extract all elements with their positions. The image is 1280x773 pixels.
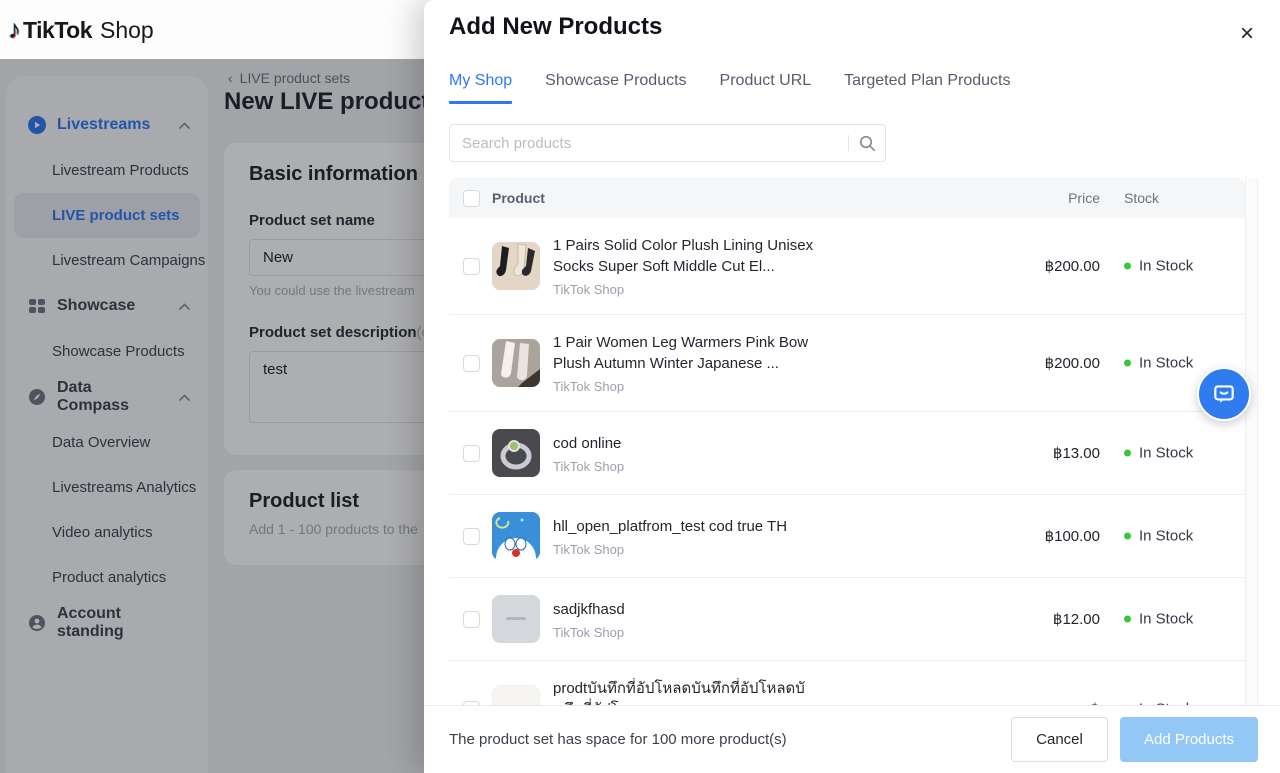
tab-product-url[interactable]: Product URL bbox=[720, 72, 812, 104]
product-price: ฿100.00 bbox=[1045, 527, 1100, 545]
column-product: Product bbox=[492, 190, 545, 206]
in-stock-dot-icon bbox=[1124, 263, 1131, 270]
search-box bbox=[449, 124, 886, 162]
product-info: sadjkfhasd TikTok Shop bbox=[553, 599, 625, 640]
product-stock: In Stock bbox=[1124, 445, 1193, 462]
table-row[interactable]: sadjkfhasd TikTok Shop ฿12.00 In Stock bbox=[449, 578, 1245, 661]
product-info: 1 Pairs Solid Color Plush Lining Unisex … bbox=[553, 235, 815, 297]
product-image-leg-warmers bbox=[492, 339, 540, 387]
table-row[interactable]: cod online TikTok Shop ฿13.00 In Stock bbox=[449, 412, 1245, 495]
product-info: prodtบันทึกที่อัปโหลดบันทึกที่อัปโหลดบัน… bbox=[553, 678, 815, 705]
product-name: sadjkfhasd bbox=[553, 599, 625, 620]
product-shop: TikTok Shop bbox=[553, 282, 815, 297]
product-shop: TikTok Shop bbox=[553, 379, 815, 394]
search-input[interactable] bbox=[450, 135, 848, 152]
product-price: ฿200.00 bbox=[1045, 257, 1100, 275]
table-header: Product Price Stock bbox=[449, 178, 1245, 218]
in-stock-dot-icon bbox=[1124, 450, 1131, 457]
in-stock-dot-icon bbox=[1124, 616, 1131, 623]
product-stock: In Stock bbox=[1124, 258, 1193, 275]
tab-showcase-products[interactable]: Showcase Products bbox=[545, 72, 686, 104]
product-shop: TikTok Shop bbox=[553, 542, 787, 557]
tab-targeted-plan-products[interactable]: Targeted Plan Products bbox=[844, 72, 1010, 104]
drawer-tabs: My Shop Showcase Products Product URL Ta… bbox=[449, 72, 1010, 104]
tab-my-shop[interactable]: My Shop bbox=[449, 72, 512, 104]
add-new-products-drawer: Add New Products × My Shop Showcase Prod… bbox=[424, 0, 1280, 773]
drawer-footer: The product set has space for 100 more p… bbox=[424, 705, 1280, 773]
row-checkbox[interactable] bbox=[463, 445, 480, 462]
table-row[interactable]: 1 Pair Women Leg Warmers Pink Bow Plush … bbox=[449, 315, 1245, 412]
add-products-button[interactable]: Add Products bbox=[1120, 717, 1258, 762]
brand-shop: Shop bbox=[100, 17, 154, 44]
product-name: prodtบันทึกที่อัปโหลดบันทึกที่อัปโหลดบัน… bbox=[553, 678, 815, 705]
capacity-note: The product set has space for 100 more p… bbox=[449, 731, 1011, 748]
product-stock: In Stock bbox=[1124, 528, 1193, 545]
product-stock: In Stock bbox=[1124, 611, 1193, 628]
product-image-ring bbox=[492, 429, 540, 477]
table-row[interactable]: prodtบันทึกที่อัปโหลดบันทึกที่อัปโหลดบัน… bbox=[449, 661, 1245, 705]
search-icon[interactable] bbox=[849, 135, 885, 152]
select-all-checkbox[interactable] bbox=[463, 190, 480, 207]
product-name: 1 Pairs Solid Color Plush Lining Unisex … bbox=[553, 235, 815, 277]
column-stock: Stock bbox=[1124, 190, 1159, 206]
stock-label: In Stock bbox=[1139, 528, 1193, 545]
product-info: hll_open_platfrom_test cod true TH TikTo… bbox=[553, 516, 787, 557]
product-info: 1 Pair Women Leg Warmers Pink Bow Plush … bbox=[553, 332, 815, 394]
product-image-doraemon bbox=[492, 512, 540, 560]
brand-tiktok: TikTok bbox=[23, 17, 92, 44]
stock-label: In Stock bbox=[1139, 258, 1193, 275]
product-image-bear bbox=[492, 685, 540, 705]
product-price: ฿12.00 bbox=[1053, 610, 1100, 628]
stock-label: In Stock bbox=[1139, 611, 1193, 628]
product-shop: TikTok Shop bbox=[553, 625, 625, 640]
chat-support-button[interactable] bbox=[1197, 367, 1251, 421]
tiktok-shop-logo[interactable]: ♪ TikTok Shop bbox=[8, 14, 154, 45]
product-stock: In Stock bbox=[1124, 355, 1193, 372]
list-scrollbar[interactable] bbox=[1245, 178, 1258, 705]
row-checkbox[interactable] bbox=[463, 258, 480, 275]
cancel-button[interactable]: Cancel bbox=[1011, 717, 1108, 762]
tiktok-note-icon: ♪ bbox=[8, 14, 21, 45]
product-price: ฿13.00 bbox=[1053, 444, 1100, 462]
product-price: ฿200.00 bbox=[1045, 354, 1100, 372]
column-price: Price bbox=[1068, 190, 1100, 206]
row-checkbox[interactable] bbox=[463, 528, 480, 545]
close-icon[interactable]: × bbox=[1240, 22, 1254, 46]
product-image-socks bbox=[492, 242, 540, 290]
stock-label: In Stock bbox=[1139, 445, 1193, 462]
chat-bubble-icon bbox=[1211, 381, 1237, 407]
in-stock-dot-icon bbox=[1124, 360, 1131, 367]
stock-label: In Stock bbox=[1139, 355, 1193, 372]
row-checkbox[interactable] bbox=[463, 611, 480, 628]
product-info: cod online TikTok Shop bbox=[553, 433, 624, 474]
product-name: 1 Pair Women Leg Warmers Pink Bow Plush … bbox=[553, 332, 815, 374]
product-shop: TikTok Shop bbox=[553, 459, 624, 474]
table-row[interactable]: hll_open_platfrom_test cod true TH TikTo… bbox=[449, 495, 1245, 578]
product-image-placeholder bbox=[492, 595, 540, 643]
table-row[interactable]: 1 Pairs Solid Color Plush Lining Unisex … bbox=[449, 218, 1245, 315]
product-name: hll_open_platfrom_test cod true TH bbox=[553, 516, 787, 537]
drawer-title: Add New Products bbox=[449, 13, 662, 41]
in-stock-dot-icon bbox=[1124, 533, 1131, 540]
product-list: 1 Pairs Solid Color Plush Lining Unisex … bbox=[449, 218, 1245, 705]
row-checkbox[interactable] bbox=[463, 355, 480, 372]
product-name: cod online bbox=[553, 433, 624, 454]
